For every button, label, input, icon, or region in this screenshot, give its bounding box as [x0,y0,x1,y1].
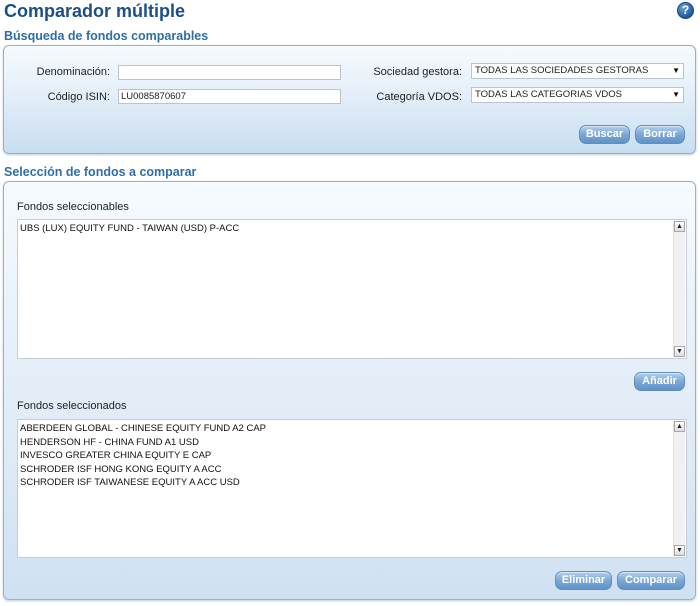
categoria-select-value: TODAS LAS CATEGORIAS VDOS [475,89,622,100]
list-item[interactable]: UBS (LUX) EQUITY FUND - TAIWAN (USD) P-A… [20,222,670,236]
selectable-items: UBS (LUX) EQUITY FUND - TAIWAN (USD) P-A… [20,222,670,236]
denominacion-label: Denominación: [36,66,110,78]
page-title: Comparador múltiple [4,1,186,21]
gestora-select[interactable]: TODAS LAS SOCIEDADES GESTORAS ▼ [471,63,684,79]
selected-label: Fondos seleccionados [17,400,127,412]
scroll-down-icon[interactable]: ▼ [674,346,685,357]
list-item[interactable]: ABERDEEN GLOBAL - CHINESE EQUITY FUND A2… [20,422,670,436]
denominacion-input[interactable] [118,65,341,80]
selection-section-title: Selección de fondos a comparar [4,165,197,179]
help-icon[interactable]: ? [677,2,694,19]
categoria-label: Categoría VDOS: [376,91,462,103]
gestora-select-value: TODAS LAS SOCIEDADES GESTORAS [475,65,649,76]
list-item[interactable]: HENDERSON HF - CHINA FUND A1 USD [20,436,670,450]
chevron-down-icon: ▼ [672,90,680,99]
selected-scrollbar[interactable]: ▲ ▼ [673,421,685,556]
selectable-scrollbar[interactable]: ▲ ▼ [673,221,685,357]
search-section-title: Búsqueda de fondos comparables [4,29,209,43]
scroll-down-icon[interactable]: ▼ [674,545,685,556]
buscar-button[interactable]: Buscar [579,125,630,144]
isin-input[interactable]: LU0085870607 [118,89,341,104]
list-item[interactable]: INVESCO GREATER CHINA EQUITY E CAP [20,449,670,463]
selectable-label: Fondos seleccionables [17,201,129,213]
search-panel: Denominación: Código ISIN: LU0085870607 … [3,45,696,154]
selected-items: ABERDEEN GLOBAL - CHINESE EQUITY FUND A2… [20,422,670,490]
add-button[interactable]: Añadir [634,372,685,391]
remove-button[interactable]: Eliminar [555,571,612,590]
gestora-label: Sociedad gestora: [373,66,462,78]
scroll-up-icon[interactable]: ▲ [674,221,685,232]
chevron-down-icon: ▼ [672,66,680,75]
list-item[interactable]: SCHRODER ISF TAIWANESE EQUITY A ACC USD [20,476,670,490]
selection-panel: Fondos seleccionables UBS (LUX) EQUITY F… [3,181,696,600]
scroll-up-icon[interactable]: ▲ [674,421,685,432]
selectable-listbox[interactable]: UBS (LUX) EQUITY FUND - TAIWAN (USD) P-A… [17,219,687,359]
list-item[interactable]: SCHRODER ISF HONG KONG EQUITY A ACC [20,463,670,477]
categoria-select[interactable]: TODAS LAS CATEGORIAS VDOS ▼ [471,87,684,103]
selected-listbox[interactable]: ABERDEEN GLOBAL - CHINESE EQUITY FUND A2… [17,419,687,558]
compare-button[interactable]: Comparar [617,571,685,590]
borrar-button[interactable]: Borrar [635,125,685,144]
isin-label: Código ISIN: [47,91,110,103]
